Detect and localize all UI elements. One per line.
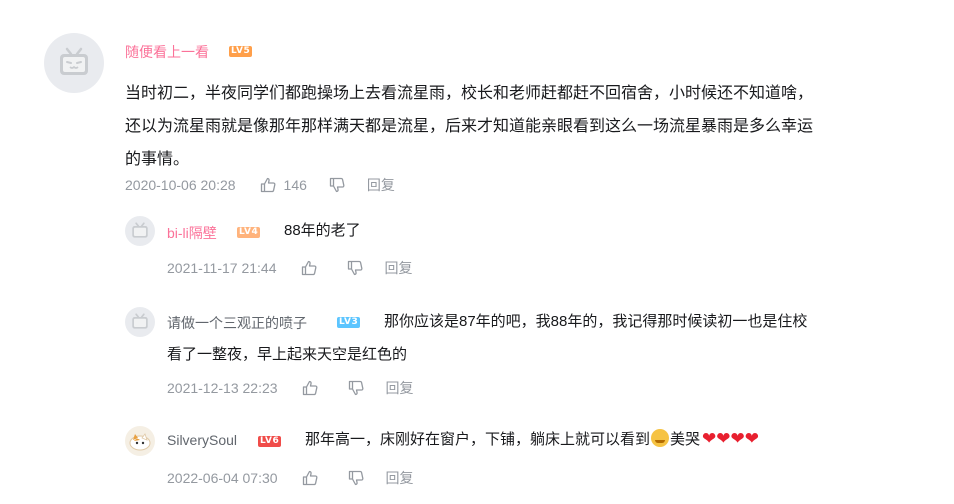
reply-button[interactable]: 回复 <box>386 378 414 398</box>
reply-meta: 2022-06-04 07:30 回复 <box>167 468 414 488</box>
reply-button[interactable]: 回复 <box>385 258 413 278</box>
reply-button[interactable]: 回复 <box>367 175 395 195</box>
timestamp: 2020-10-06 20:28 <box>125 177 236 193</box>
timestamp: 2021-11-17 21:44 <box>167 260 277 276</box>
reply-text-tail: 美哭 <box>670 431 701 448</box>
avatar[interactable] <box>44 33 104 93</box>
like-button[interactable] <box>302 470 326 486</box>
comment-line: 还以为流星雨就是像那年那样满天都是流星，后来才知道能亲眼看到这么一场流星暴雨是多… <box>125 118 814 135</box>
reply-text: 看了一整夜，早上起来天空是红色的 <box>167 346 408 363</box>
reply-meta: 2021-12-13 22:23 回复 <box>167 378 414 398</box>
reply-button[interactable]: 回复 <box>386 468 414 488</box>
avatar[interactable] <box>125 307 155 337</box>
reply-text-main: 那年高一，床刚好在窗户，下铺，躺床上就可以看到 <box>305 431 651 448</box>
comment-line: 当时初二，半夜同学们都跑操场上去看流星雨，校长和老师赶都赶不回宿舍，小时候还不知… <box>125 85 814 102</box>
comment-line: 的事情。 <box>125 151 190 168</box>
like-button[interactable] <box>301 260 325 276</box>
dislike-button[interactable] <box>347 260 363 276</box>
thumb-down-icon <box>329 177 345 193</box>
thumb-down-icon <box>348 470 364 486</box>
level-badge: LV5 <box>229 46 253 57</box>
heart-icon: ❤❤❤❤ <box>702 429 760 449</box>
reply-text: 88年的老了 <box>284 222 361 239</box>
reply-text: 那你应该是87年的吧，我88年的，我记得那时候读初一也是住校 <box>384 313 808 330</box>
timestamp: 2021-12-13 22:23 <box>167 380 278 396</box>
reply-username[interactable]: 请做一个三观正的喷子 <box>167 313 307 333</box>
level-badge: LV6 <box>258 436 282 447</box>
thumb-up-icon <box>301 260 316 276</box>
like-button[interactable]: 146 <box>260 177 307 193</box>
reply-meta: 2021-11-17 21:44 回复 <box>167 258 413 278</box>
like-button[interactable] <box>302 380 326 396</box>
cat-avatar-icon <box>129 433 151 451</box>
level-badge: LV3 <box>337 317 361 328</box>
crying-emoji-icon <box>651 429 670 447</box>
thumb-up-icon <box>302 380 318 396</box>
dislike-button[interactable] <box>348 470 364 486</box>
timestamp: 2022-06-04 07:30 <box>167 470 278 486</box>
level-badge: LV4 <box>237 227 261 238</box>
avatar[interactable] <box>125 426 155 456</box>
thumb-down-icon <box>348 380 364 396</box>
reply-username[interactable]: SilverySoul <box>167 432 237 448</box>
thumb-up-icon <box>302 470 318 486</box>
dislike-button[interactable] <box>329 177 345 193</box>
like-count: 146 <box>283 177 307 193</box>
comment-username[interactable]: 随便看上一看 <box>125 42 209 62</box>
thumb-up-icon <box>260 177 276 193</box>
tv-avatar-icon <box>60 47 88 75</box>
comment-text: 当时初二，半夜同学们都跑操场上去看流星雨，校长和老师赶都赶不回宿舍，小时候还不知… <box>125 77 813 176</box>
dislike-button[interactable] <box>348 380 364 396</box>
tv-avatar-icon <box>132 313 148 329</box>
avatar[interactable] <box>125 216 155 246</box>
reply-text: 那年高一，床刚好在窗户，下铺，躺床上就可以看到 美哭 ❤❤❤❤ <box>305 423 759 456</box>
comment-meta: 2020-10-06 20:28 146 回复 <box>125 175 395 195</box>
reply-username[interactable]: bi-li隔壁 <box>167 223 217 243</box>
thumb-down-icon <box>347 260 362 276</box>
tv-avatar-icon <box>132 222 148 238</box>
